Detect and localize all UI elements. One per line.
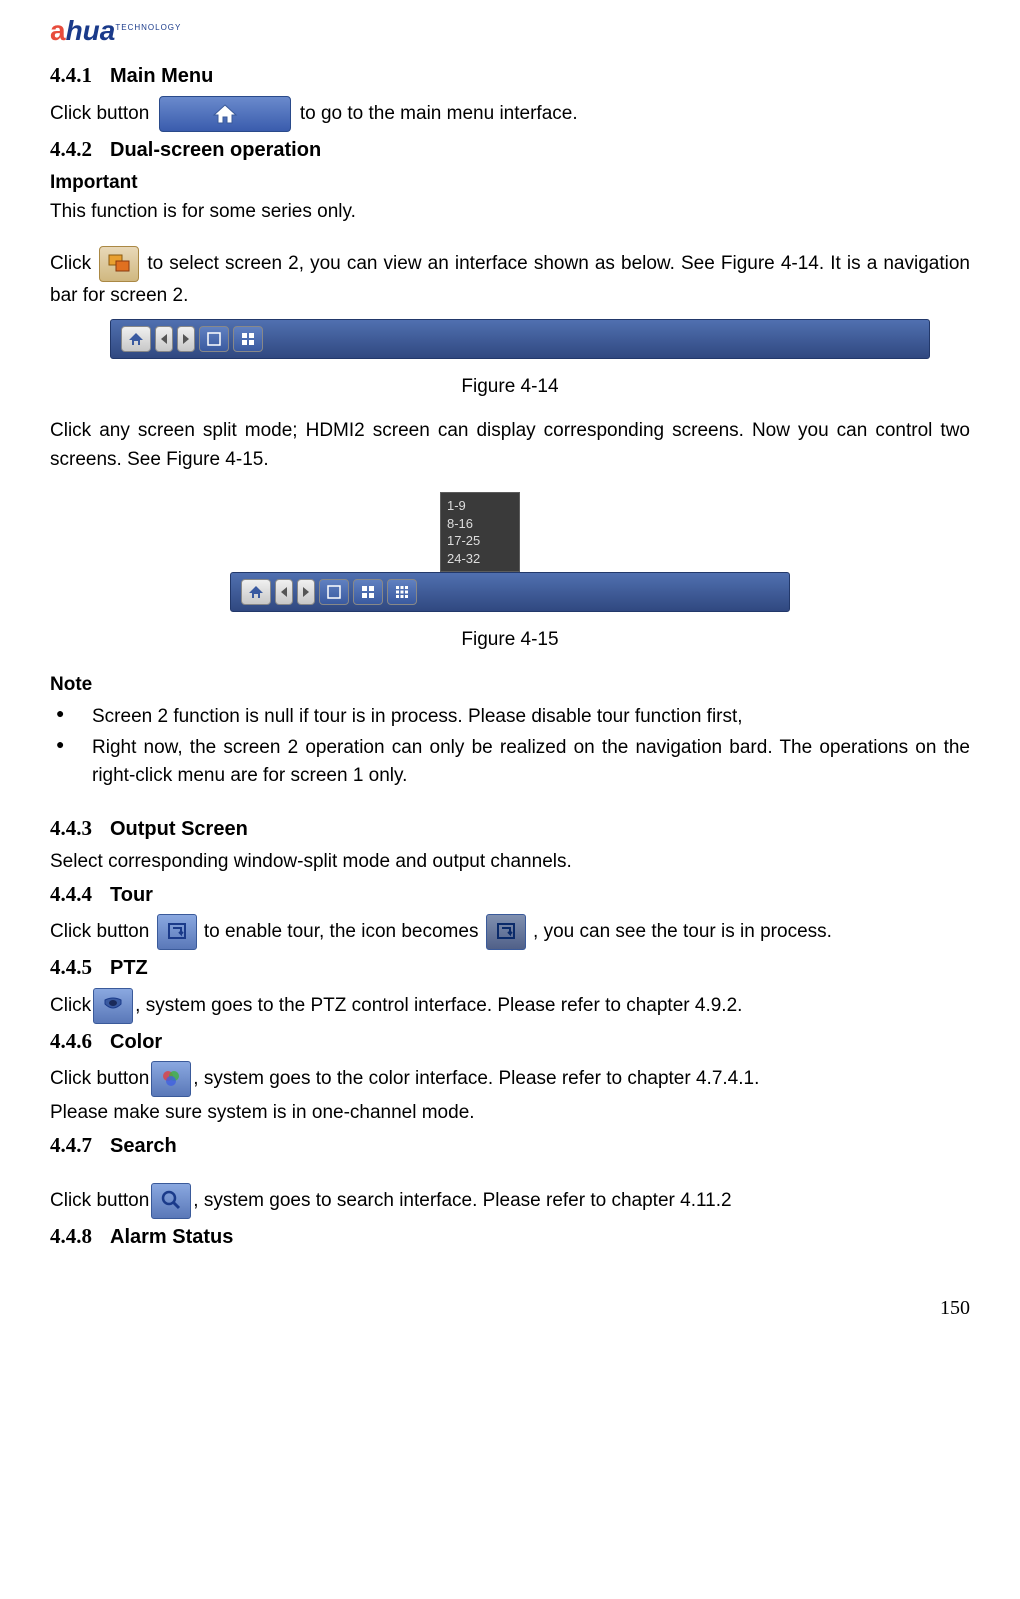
page-number: 150 (50, 1293, 970, 1323)
nav-single-view-icon (199, 326, 229, 352)
figure-caption: Figure 4-15 (50, 626, 970, 655)
heading-number: 4.4.8 (50, 1224, 92, 1248)
nav-quad-view-icon (353, 579, 383, 605)
paragraph: Click button to go to the main menu inte… (50, 96, 970, 132)
heading-number: 4.4.2 (50, 137, 92, 161)
nav-nine-view-icon (387, 579, 417, 605)
heading-number: 4.4.3 (50, 816, 92, 840)
heading-number: 4.4.7 (50, 1133, 92, 1157)
paragraph: Select corresponding window-split mode a… (50, 848, 970, 877)
text: to enable tour, the icon becomes (204, 921, 479, 942)
list-item: Right now, the screen 2 operation can on… (50, 734, 970, 791)
heading-4-4-2: 4.4.2 Dual-screen operation (50, 134, 970, 166)
text: Click (50, 253, 97, 274)
heading-title: Main Menu (110, 65, 213, 87)
heading-title: Color (110, 1031, 162, 1053)
text: Click button (50, 1068, 149, 1089)
paragraph: Click any screen split mode; HDMI2 scree… (50, 417, 970, 474)
heading-title: PTZ (110, 957, 148, 979)
text: , you can see the tour is in process. (533, 921, 832, 942)
important-label: Important (50, 169, 970, 198)
nav-home-icon (121, 326, 151, 352)
text: Click button (50, 103, 155, 124)
text: to go to the main menu interface. (300, 103, 578, 124)
channel-range-popup: 1-9 8-16 17-25 24-32 (440, 492, 520, 572)
tour-active-icon (486, 914, 526, 950)
nav-prev-icon (275, 579, 293, 605)
text: , system goes to the PTZ control interfa… (135, 995, 742, 1016)
heading-4-4-4: 4.4.4 Tour (50, 879, 970, 911)
nav-next-icon (297, 579, 315, 605)
paragraph: Please make sure system is in one-channe… (50, 1099, 970, 1128)
ptz-icon (93, 988, 133, 1024)
note-label: Note (50, 671, 970, 700)
popup-item: 1-9 (447, 497, 513, 515)
nav-home-icon (241, 579, 271, 605)
paragraph: Click button to enable tour, the icon be… (50, 914, 970, 950)
navbar-popup-figure: 1-9 8-16 17-25 24-32 (230, 492, 790, 612)
heading-title: Tour (110, 884, 153, 906)
heading-number: 4.4.5 (50, 955, 92, 979)
tour-enable-icon (157, 914, 197, 950)
paragraph: Click button , system goes to the color … (50, 1061, 970, 1097)
brand-logo: ahuaTECHNOLOGY (50, 10, 970, 52)
text: Click (50, 995, 91, 1016)
home-button-icon (159, 96, 291, 132)
text: , system goes to search interface. Pleas… (193, 1190, 731, 1211)
figure-caption: Figure 4-14 (50, 373, 970, 402)
heading-number: 4.4.6 (50, 1029, 92, 1053)
heading-4-4-7: 4.4.7 Search (50, 1130, 970, 1162)
nav-prev-icon (155, 326, 173, 352)
heading-4-4-3: 4.4.3 Output Screen (50, 813, 970, 845)
text: , system goes to the color interface. Pl… (193, 1068, 759, 1089)
screen2-select-icon (99, 246, 139, 282)
nav-single-view-icon (319, 579, 349, 605)
paragraph: Click button , system goes to search int… (50, 1183, 970, 1219)
text: Click button (50, 921, 155, 942)
paragraph: Click , system goes to the PTZ control i… (50, 988, 970, 1024)
heading-title: Output Screen (110, 818, 248, 840)
heading-number: 4.4.1 (50, 63, 92, 87)
heading-4-4-6: 4.4.6 Color (50, 1026, 970, 1058)
heading-4-4-5: 4.4.5 PTZ (50, 952, 970, 984)
list-item: Screen 2 function is null if tour is in … (50, 703, 970, 732)
paragraph: This function is for some series only. (50, 198, 970, 227)
color-icon (151, 1061, 191, 1097)
navbar-screen2-figure (110, 319, 930, 359)
nav-next-icon (177, 326, 195, 352)
heading-title: Search (110, 1135, 177, 1157)
nav-quad-view-icon (233, 326, 263, 352)
popup-item: 17-25 (447, 532, 513, 550)
popup-item: 8-16 (447, 515, 513, 533)
popup-item: 24-32 (447, 550, 513, 568)
logo-a: a (50, 15, 66, 46)
note-list: Screen 2 function is null if tour is in … (50, 703, 970, 791)
heading-4-4-1: 4.4.1 Main Menu (50, 60, 970, 92)
logo-tech: TECHNOLOGY (115, 22, 181, 34)
heading-title: Alarm Status (110, 1226, 233, 1248)
heading-4-4-8: 4.4.8 Alarm Status (50, 1221, 970, 1253)
text: to select screen 2, you can view an inte… (50, 253, 970, 306)
text: Click button (50, 1190, 149, 1211)
paragraph: Click to select screen 2, you can view a… (50, 246, 970, 311)
logo-hua: hua (66, 15, 116, 46)
heading-number: 4.4.4 (50, 882, 92, 906)
heading-title: Dual-screen operation (110, 139, 321, 161)
search-icon (151, 1183, 191, 1219)
